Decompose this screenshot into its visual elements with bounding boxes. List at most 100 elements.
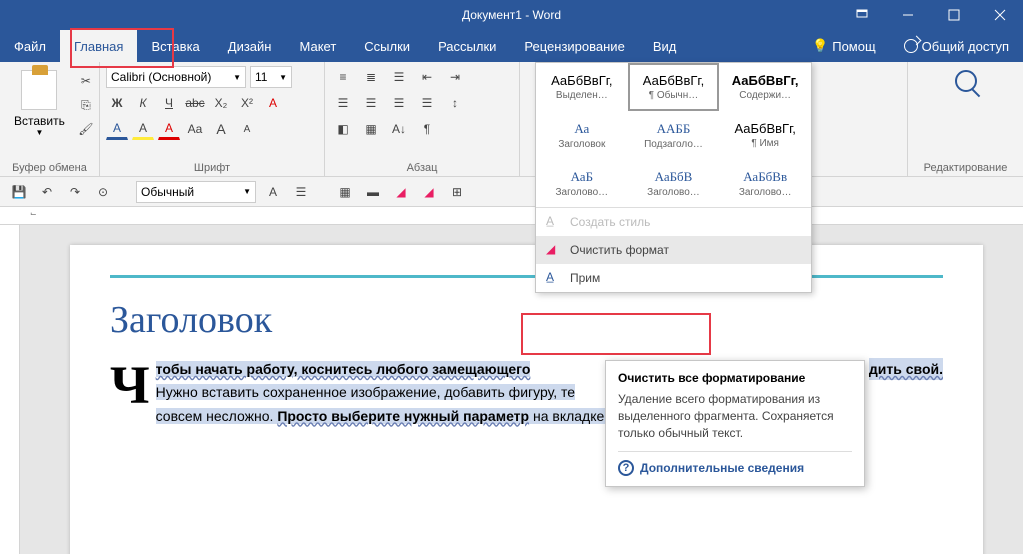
align-center-button[interactable]: ☰	[359, 92, 383, 114]
qat-btn-eraser2[interactable]: ◢	[418, 181, 440, 203]
redo-button[interactable]: ↷	[64, 181, 86, 203]
tab-file[interactable]: Файл	[0, 30, 60, 62]
tooltip-more-link[interactable]: ? Дополнительные сведения	[618, 451, 852, 476]
grow-font-button[interactable]: A	[210, 118, 232, 140]
tab-home[interactable]: Главная	[60, 30, 137, 62]
shrink-font-button[interactable]: A	[236, 118, 258, 140]
superscript-button[interactable]: X²	[236, 92, 258, 114]
apply-styles-label: Прим	[570, 271, 600, 285]
tab-insert[interactable]: Вставка	[137, 30, 213, 62]
line-spacing-button[interactable]: ↕	[443, 92, 467, 114]
font-color-button[interactable]: A	[158, 118, 180, 140]
tooltip-link-label: Дополнительные сведения	[640, 461, 804, 475]
style-item-2[interactable]: АаБбВвГг,Содержи…	[719, 63, 811, 111]
sort-button[interactable]: A↓	[387, 118, 411, 140]
paste-button[interactable]: Вставить ▼	[6, 66, 73, 141]
style-item-3[interactable]: АаЗаголовок	[536, 111, 628, 159]
titlebar: Документ1 - Word	[0, 0, 1023, 30]
style-item-8[interactable]: АаБбВвЗаголово…	[719, 159, 811, 207]
share-button[interactable]: Общий доступ	[890, 39, 1023, 54]
clear-format-action[interactable]: ◢ Очистить формат	[536, 236, 811, 264]
bold-button[interactable]: Ж	[106, 92, 128, 114]
qat-btn-4[interactable]: ▬	[362, 181, 384, 203]
style-item-0[interactable]: АаБбВвГг,Выделен…	[536, 63, 628, 111]
group-font: Calibri (Основной)▼ 11▼ Ж К Ч abc X₂ X² …	[100, 62, 325, 176]
clear-format-label: Очистить формат	[570, 243, 669, 257]
italic-button[interactable]: К	[132, 92, 154, 114]
align-left-button[interactable]: ☰	[331, 92, 355, 114]
save-button[interactable]: 💾	[8, 181, 30, 203]
justify-button[interactable]: ☰	[415, 92, 439, 114]
tab-design[interactable]: Дизайн	[214, 30, 286, 62]
align-right-button[interactable]: ☰	[387, 92, 411, 114]
font-size-combo[interactable]: 11▼	[250, 66, 292, 88]
minimize-icon[interactable]	[885, 0, 931, 30]
underline-button[interactable]: Ч	[158, 92, 180, 114]
dropcap: Ч	[110, 358, 156, 408]
font-family-combo[interactable]: Calibri (Основной)▼	[106, 66, 246, 88]
paste-label: Вставить	[14, 114, 65, 128]
tooltip-title: Очистить все форматирование	[618, 371, 852, 385]
p1-tail: дить свой.	[869, 358, 943, 380]
style-item-7[interactable]: АаБбВЗаголово…	[628, 159, 720, 207]
group-paragraph: ≡ ≣ ☰ ⇤ ⇥ ☰ ☰ ☰ ☰ ↕ ◧ ▦ A↓ ¶ Абзац	[325, 62, 520, 176]
shading-button[interactable]: ◧	[331, 118, 355, 140]
qat-btn-5[interactable]: ⊞	[446, 181, 468, 203]
tell-me[interactable]: 💡Помощ	[798, 38, 890, 54]
style-item-6[interactable]: АаБЗаголово…	[536, 159, 628, 207]
tab-mailings[interactable]: Рассылки	[424, 30, 510, 62]
p2a: Нужно вставить сохраненное изображение, …	[156, 384, 575, 400]
tab-review[interactable]: Рецензирование	[510, 30, 638, 62]
close-icon[interactable]	[977, 0, 1023, 30]
maximize-icon[interactable]	[931, 0, 977, 30]
style-item-4[interactable]: ААББПодзаголо…	[628, 111, 720, 159]
clipboard-group-label: Буфер обмена	[6, 160, 93, 174]
apply-styles-icon: A̲	[546, 270, 562, 286]
chevron-down-icon: ▼	[35, 128, 43, 137]
decrease-indent-button[interactable]: ⇤	[415, 66, 439, 88]
document-area: Заголовок Ч тобы начать работу, коснитес…	[0, 225, 1023, 554]
style-combo[interactable]: Обычный▼	[136, 181, 256, 203]
share-icon	[904, 39, 918, 53]
tab-view[interactable]: Вид	[639, 30, 691, 62]
multilevel-button[interactable]: ☰	[387, 66, 411, 88]
qat-btn-3[interactable]: ▦	[334, 181, 356, 203]
ribbon: Вставить ▼ ✂ ⎘ 🖌 Буфер обмена Calibri (О…	[0, 62, 1023, 177]
style-item-1[interactable]: АаБбВвГг,¶ Обычн…	[628, 63, 720, 111]
tab-references[interactable]: Ссылки	[350, 30, 424, 62]
search-icon[interactable]	[955, 70, 977, 92]
help-icon: ?	[618, 460, 634, 476]
borders-button[interactable]: ▦	[359, 118, 383, 140]
text-effects-button[interactable]: A	[262, 92, 284, 114]
tab-layout[interactable]: Макет	[285, 30, 350, 62]
editing-group-label: Редактирование	[914, 160, 1017, 174]
bulb-icon: 💡	[812, 38, 828, 54]
highlight-button[interactable]: A	[132, 118, 154, 140]
font-fill-button[interactable]: A	[106, 118, 128, 140]
paragraph-group-label: Абзац	[331, 160, 513, 174]
ribbon-options-icon[interactable]	[839, 0, 885, 30]
create-style-action[interactable]: A̲ Создать стиль	[536, 208, 811, 236]
touch-mode-button[interactable]: ⊙	[92, 181, 114, 203]
document-heading: Заголовок	[110, 298, 943, 342]
cut-button[interactable]: ✂	[75, 70, 97, 92]
bullets-button[interactable]: ≡	[331, 66, 355, 88]
copy-button[interactable]: ⎘	[75, 94, 97, 116]
gallery-actions: A̲ Создать стиль ◢ Очистить формат A̲ Пр…	[536, 207, 811, 292]
show-marks-button[interactable]: ¶	[415, 118, 439, 140]
format-painter-button[interactable]: 🖌	[75, 118, 97, 140]
vertical-ruler[interactable]	[0, 225, 20, 554]
increase-indent-button[interactable]: ⇥	[443, 66, 467, 88]
undo-button[interactable]: ↶	[36, 181, 58, 203]
qat-btn-eraser1[interactable]: ◢	[390, 181, 412, 203]
apply-styles-action[interactable]: A̲ Прим	[536, 264, 811, 292]
qat-btn-2[interactable]: ☰	[290, 181, 312, 203]
strike-button[interactable]: abc	[184, 92, 206, 114]
tooltip-clear-formatting: Очистить все форматирование Удаление все…	[605, 360, 865, 487]
style-item-5[interactable]: АаБбВвГг,¶ Имя	[719, 111, 811, 159]
qat-btn-1[interactable]: A	[262, 181, 284, 203]
numbering-button[interactable]: ≣	[359, 66, 383, 88]
change-case-button[interactable]: Aa	[184, 118, 206, 140]
horizontal-ruler[interactable]: ⌙	[0, 207, 1023, 225]
subscript-button[interactable]: X₂	[210, 92, 232, 114]
